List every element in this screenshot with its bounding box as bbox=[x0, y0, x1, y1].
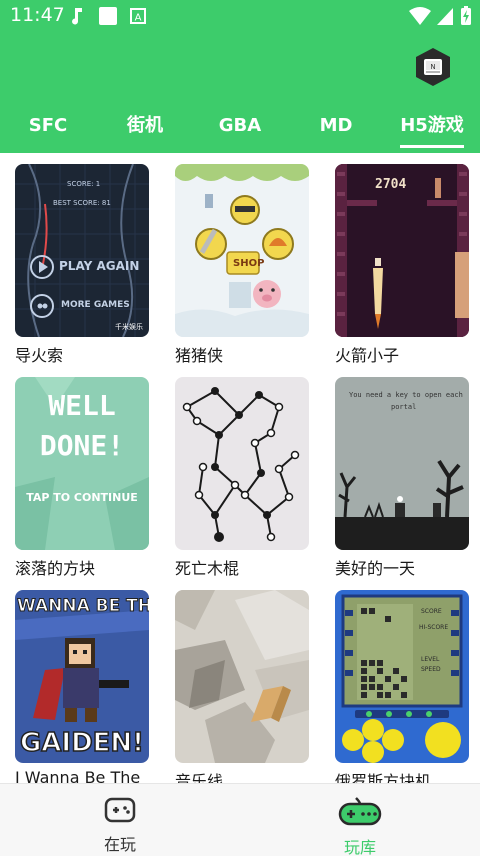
game-card[interactable]: 2704 火箭小子 bbox=[335, 164, 469, 366]
svg-text:N: N bbox=[430, 63, 435, 71]
game-card[interactable]: WELL DONE! TAP TO CONTINUE 滚落的方块 bbox=[15, 377, 149, 579]
tab-arcade[interactable]: 街机 bbox=[115, 108, 175, 148]
thumb-speed: SPEED bbox=[421, 666, 441, 673]
thumb-title-top: WANNA BE THE GU bbox=[16, 596, 149, 617]
thumb-hint-line1: You need a key to open each bbox=[349, 391, 463, 399]
game-card[interactable]: 死亡木棍 bbox=[175, 377, 309, 579]
battery-charging-icon bbox=[461, 6, 471, 25]
thumb-best-score: BEST SCORE: 81 bbox=[53, 199, 111, 207]
game-thumbnail[interactable]: SCORE HI-SCORE LEVEL SPEED bbox=[335, 590, 469, 763]
platform-tabs: SFC 街机 GBA MD H5游戏 bbox=[0, 108, 480, 148]
thumb-more-games: MORE GAMES bbox=[61, 300, 130, 310]
game-thumbnail[interactable]: 2704 bbox=[335, 164, 469, 337]
nav-playing-label: 在玩 bbox=[103, 835, 136, 854]
game-title: 音乐线 bbox=[175, 772, 224, 783]
game-title: 美好的一天 bbox=[335, 559, 416, 578]
tab-h5-games[interactable]: H5游戏 bbox=[400, 108, 464, 148]
gamepad-icon bbox=[104, 797, 136, 823]
nav-playing[interactable]: 在玩 bbox=[60, 784, 180, 856]
game-thumbnail[interactable] bbox=[175, 377, 309, 550]
thumb-hi-score: HI-SCORE bbox=[419, 624, 449, 631]
thumb-well: WELL bbox=[48, 389, 116, 422]
font-a-icon: A bbox=[130, 8, 146, 24]
thumb-score: SCORE: 1 bbox=[67, 180, 101, 188]
game-card[interactable]: SHOP 猪猪侠 bbox=[175, 164, 309, 366]
thumb-done: DONE! bbox=[39, 429, 125, 462]
thumb-hint-line2: portal bbox=[391, 403, 417, 411]
nav-library[interactable]: 玩库 bbox=[300, 784, 420, 857]
game-thumbnail[interactable]: You need a key to open each portal bbox=[335, 377, 469, 550]
game-card[interactable]: SCORE: 1 BEST SCORE: 81 PLAY AGAIN MORE … bbox=[15, 164, 149, 366]
tab-md[interactable]: MD bbox=[306, 108, 366, 148]
game-card[interactable]: 音乐线 bbox=[175, 590, 309, 783]
app-header: 11:47 A N SFC 街机 GBA MD H5游戏 bbox=[0, 0, 480, 153]
game-thumbnail[interactable]: SHOP bbox=[175, 164, 309, 337]
cell-signal-icon bbox=[437, 8, 453, 25]
wifi-icon bbox=[409, 7, 431, 25]
thumb-gaiden: GAIDEN! bbox=[19, 727, 145, 759]
game-thumbnail[interactable]: SCORE: 1 BEST SCORE: 81 PLAY AGAIN MORE … bbox=[15, 164, 149, 337]
game-card[interactable]: You need a key to open each portal 美好的一天 bbox=[335, 377, 469, 579]
thumb-score: 2704 bbox=[375, 177, 407, 192]
game-title: 火箭小子 bbox=[335, 346, 400, 365]
game-card[interactable]: SCORE HI-SCORE LEVEL SPEED 俄罗斯方块机 bbox=[335, 590, 469, 783]
bottom-nav: 在玩 玩库 bbox=[0, 783, 480, 857]
svg-text:A: A bbox=[135, 13, 142, 24]
status-bar: 11:47 A bbox=[0, 0, 480, 32]
game-thumbnail[interactable]: WELL DONE! TAP TO CONTINUE bbox=[15, 377, 149, 550]
tab-gba[interactable]: GBA bbox=[210, 108, 270, 148]
game-thumbnail[interactable] bbox=[175, 590, 309, 763]
music-note-icon bbox=[72, 8, 82, 25]
game-title: 死亡木棍 bbox=[175, 559, 240, 578]
thumb-score: SCORE bbox=[421, 608, 442, 615]
game-title: 导火索 bbox=[15, 346, 64, 365]
game-thumbnail[interactable]: WANNA BE THE GU GAIDEN! bbox=[15, 590, 149, 763]
notification-square-icon bbox=[99, 7, 117, 25]
thumb-level: LEVEL bbox=[421, 656, 440, 663]
thumb-tap-to-continue: TAP TO CONTINUE bbox=[26, 491, 138, 504]
game-title: I Wanna Be The bbox=[15, 768, 141, 783]
tab-sfc[interactable]: SFC bbox=[18, 108, 78, 148]
game-grid: SCORE: 1 BEST SCORE: 81 PLAY AGAIN MORE … bbox=[0, 153, 480, 783]
profile-hex-icon[interactable]: N bbox=[412, 46, 454, 88]
game-card[interactable]: WANNA BE THE GU GAIDEN! I Wanna Be The bbox=[15, 590, 149, 783]
game-controller-active-icon bbox=[338, 797, 382, 826]
thumb-play-again: PLAY AGAIN bbox=[59, 259, 140, 273]
game-title: 滚落的方块 bbox=[15, 559, 96, 578]
game-title: 猪猪侠 bbox=[175, 346, 224, 365]
game-title: 俄罗斯方块机 bbox=[335, 772, 432, 783]
status-time: 11:47 bbox=[10, 4, 65, 26]
thumb-shop: SHOP bbox=[233, 258, 265, 269]
nav-library-label: 玩库 bbox=[343, 838, 376, 857]
thumb-brand: 千米娱乐 bbox=[115, 323, 143, 331]
